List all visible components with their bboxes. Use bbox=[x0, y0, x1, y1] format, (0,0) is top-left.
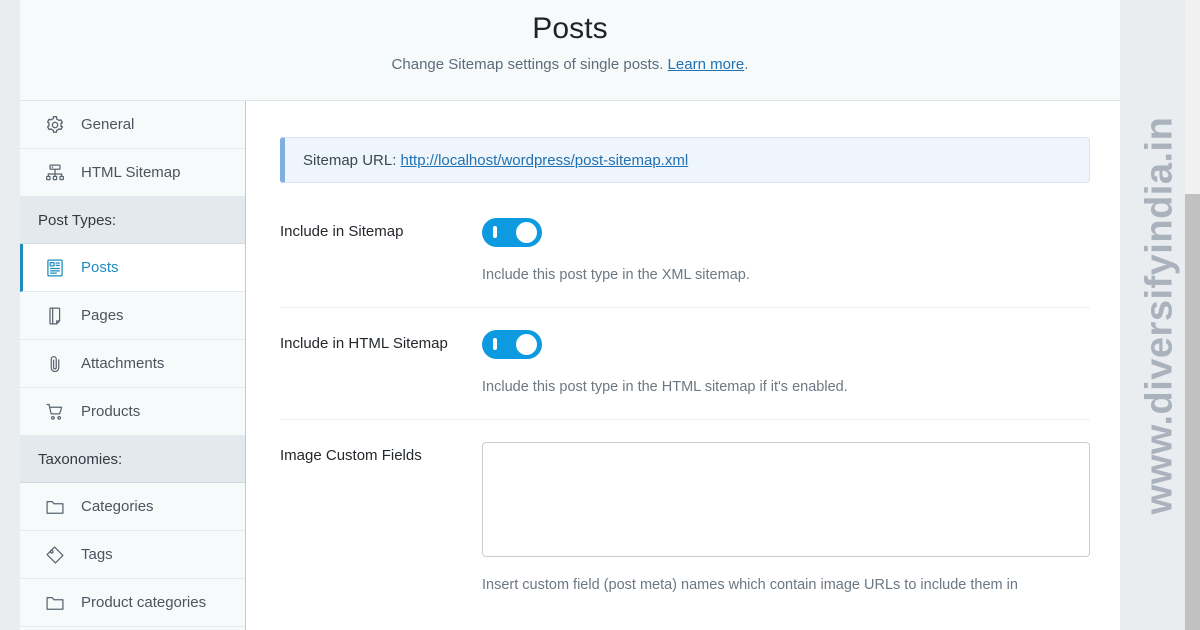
post-icon bbox=[44, 257, 66, 279]
sidebar-item-label: Products bbox=[81, 402, 141, 420]
tag-icon bbox=[44, 544, 66, 566]
settings-content: Sitemap URL: http://localhost/wordpress/… bbox=[246, 101, 1120, 630]
sidebar-item-label: Pages bbox=[81, 306, 124, 324]
sitemap-url-label: Sitemap URL: bbox=[303, 151, 401, 169]
sidebar-item-label: General bbox=[81, 115, 135, 133]
sidebar-item-product-categories[interactable]: Product categories bbox=[20, 579, 245, 627]
paperclip-icon bbox=[44, 353, 66, 375]
toggle-on-marker-icon bbox=[493, 338, 497, 350]
folder-icon bbox=[44, 496, 66, 518]
page-subtitle-suffix: . bbox=[744, 56, 749, 73]
field-label: Image Custom Fields bbox=[280, 447, 422, 464]
sidebar-item-label: Categories bbox=[81, 497, 154, 515]
gear-icon bbox=[44, 114, 66, 136]
sidebar-section-taxonomies: Taxonomies: bbox=[20, 436, 245, 483]
field-help-text: Include this post type in the XML sitema… bbox=[482, 267, 750, 283]
page-subtitle: Change Sitemap settings of single posts.… bbox=[20, 54, 1120, 76]
settings-page: Posts Change Sitemap settings of single … bbox=[20, 0, 1120, 630]
image-custom-fields-input[interactable] bbox=[482, 442, 1090, 557]
sidebar-item-tags[interactable]: Tags bbox=[20, 531, 245, 579]
sidebar-item-label: Posts bbox=[81, 258, 119, 276]
sidebar-item-pages[interactable]: Pages bbox=[20, 292, 245, 340]
sitemap-url-link[interactable]: http://localhost/wordpress/post-sitemap.… bbox=[401, 152, 689, 169]
sidebar-item-products[interactable]: Products bbox=[20, 388, 245, 436]
field-label: Include in Sitemap bbox=[280, 223, 404, 240]
sitemap-icon bbox=[44, 162, 66, 184]
sidebar-item-label: Tags bbox=[81, 545, 113, 563]
sitemap-url-notice: Sitemap URL: http://localhost/wordpress/… bbox=[280, 137, 1090, 183]
sidebar-item-general[interactable]: General bbox=[20, 101, 245, 149]
field-help-text: Insert custom field (post meta) names wh… bbox=[482, 577, 1018, 593]
folder-icon bbox=[44, 592, 66, 614]
field-control: Include this post type in the XML sitema… bbox=[482, 218, 1090, 285]
field-row: Include in Sitemap Include this post type… bbox=[280, 218, 1090, 308]
page-subtitle-text: Change Sitemap settings of single posts. bbox=[391, 56, 668, 73]
sidebar-section-post-types: Post Types: bbox=[20, 197, 245, 244]
sitemap-url-notice-text: Sitemap URL: http://localhost/wordpress/… bbox=[303, 152, 688, 169]
sidebar-item-label: HTML Sitemap bbox=[81, 163, 181, 181]
learn-more-link[interactable]: Learn more bbox=[668, 56, 745, 73]
page-body: General HTML Sitemap Post Types: Posts Pages… bbox=[20, 101, 1120, 630]
toggle-switch[interactable] bbox=[482, 330, 542, 359]
toggle-switch[interactable] bbox=[482, 218, 542, 247]
sidebar-item-attachments[interactable]: Attachments bbox=[20, 340, 245, 388]
watermark-text: www.diversifyindia.in bbox=[1138, 116, 1181, 514]
toggle-on-marker-icon bbox=[493, 226, 497, 238]
sidebar-item-categories[interactable]: Categories bbox=[20, 483, 245, 531]
field-row: Include in HTML Sitemap Include this post… bbox=[280, 330, 1090, 420]
page-icon bbox=[44, 305, 66, 327]
sidebar-section-label: Post Types: bbox=[38, 211, 117, 229]
sidebar-item-html-sitemap[interactable]: HTML Sitemap bbox=[20, 149, 245, 197]
sidebar-item-label: Attachments bbox=[81, 354, 165, 372]
page-header: Posts Change Sitemap settings of single … bbox=[20, 0, 1120, 101]
field-help-text: Include this post type in the HTML sitem… bbox=[482, 379, 848, 395]
field-control: Include this post type in the HTML sitem… bbox=[482, 330, 1090, 397]
sidebar-item-label: Product categories bbox=[81, 593, 207, 611]
field-control: Insert custom field (post meta) names wh… bbox=[482, 442, 1090, 595]
settings-fields: Include in Sitemap Include this post type… bbox=[280, 218, 1090, 617]
sidebar-section-label: Taxonomies: bbox=[38, 450, 123, 468]
sidebar-item-posts[interactable]: Posts bbox=[20, 244, 245, 292]
toggle-knob bbox=[516, 334, 537, 355]
field-label: Include in HTML Sitemap bbox=[280, 335, 448, 352]
toggle-knob bbox=[516, 222, 537, 243]
vertical-scrollbar-thumb[interactable] bbox=[1185, 194, 1200, 630]
page-title: Posts bbox=[532, 12, 608, 45]
field-row: Image Custom Fields Insert custom field (… bbox=[280, 442, 1090, 617]
settings-sidebar: General HTML Sitemap Post Types: Posts Pages… bbox=[20, 101, 246, 630]
cart-icon bbox=[44, 401, 66, 423]
